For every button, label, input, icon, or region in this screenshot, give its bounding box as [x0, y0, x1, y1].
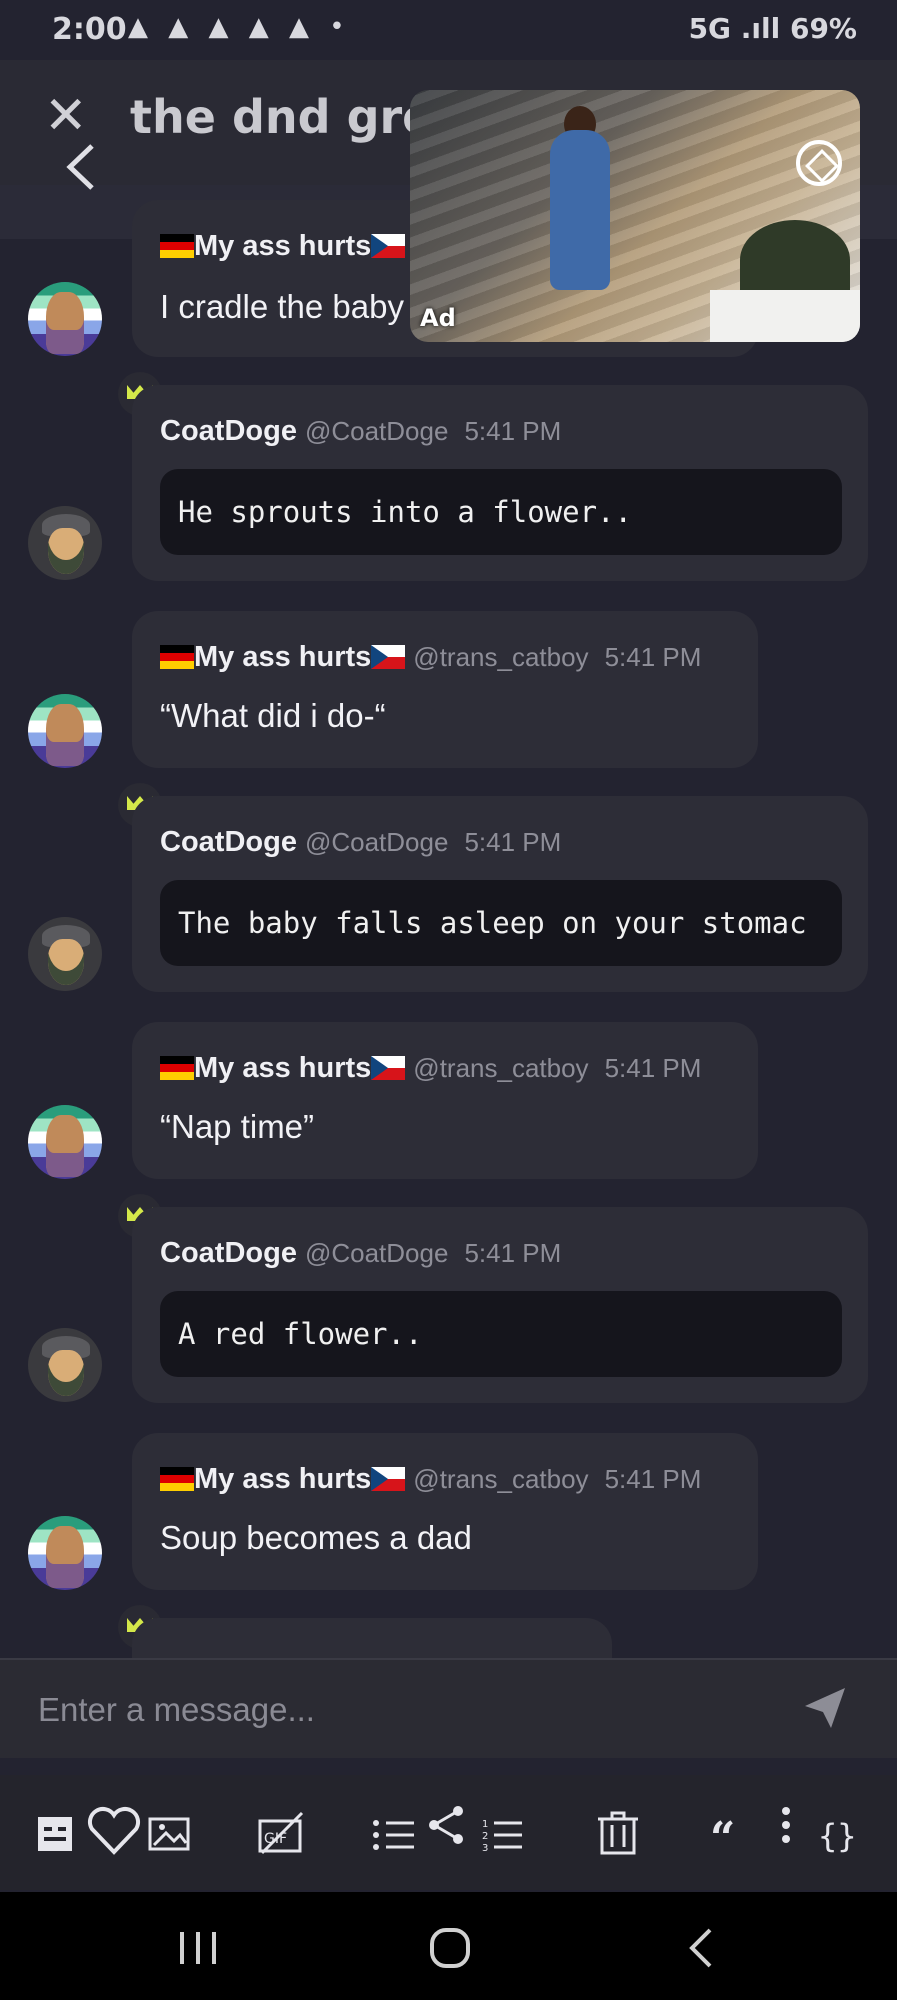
svg-text:{}: {}: [818, 1817, 857, 1855]
avatar[interactable]: [28, 1328, 102, 1402]
message-bubble: CoatDoge @CoatDoge 5:41 PM He sprouts into…: [132, 385, 868, 581]
code-block: A red flower..: [160, 1291, 842, 1377]
close-icon[interactable]: ✕: [44, 90, 88, 142]
avatar[interactable]: [28, 917, 102, 991]
message-bubble-partial: [132, 1618, 612, 1658]
message-bubble: My ass hurts @trans_catboy 5:41 PM “Nap ti…: [132, 1022, 758, 1179]
back-icon[interactable]: [686, 1926, 716, 1970]
code-text: The baby falls asleep on your stomac: [178, 906, 807, 940]
notification-icons: ▲ ▲ ▲ ▲ ▲ •: [128, 12, 351, 42]
code-block: The baby falls asleep on your stomac: [160, 880, 842, 966]
svg-text:1: 1: [482, 1819, 488, 1830]
avatar[interactable]: [28, 694, 102, 768]
avatar[interactable]: [28, 1516, 102, 1590]
bullet-list-icon[interactable]: [364, 1797, 424, 1867]
author-name[interactable]: My ass hurts: [194, 1463, 371, 1495]
ad-person-body: [550, 130, 610, 290]
numbered-list-icon[interactable]: 123: [476, 1797, 536, 1867]
message-input[interactable]: [38, 1680, 778, 1740]
status-bar: 2:00 ▲ ▲ ▲ ▲ ▲ • 5G .ıll 69%: [0, 0, 897, 60]
send-icon[interactable]: [805, 1688, 845, 1728]
ad-planter: [710, 290, 860, 342]
author-handle: @trans_catboy: [413, 642, 589, 672]
czech-flag-icon: [371, 645, 406, 669]
quote-icon[interactable]: “: [700, 1797, 760, 1867]
delete-icon[interactable]: [588, 1797, 648, 1867]
system-nav-bar: [0, 1892, 897, 2000]
author-handle: @trans_catboy: [413, 1464, 589, 1494]
author-name[interactable]: CoatDoge: [160, 826, 297, 858]
message-time: 5:41 PM: [604, 1053, 702, 1083]
message-bubble: My ass hurts @trans_catboy 5:41 PM Soup be…: [132, 1433, 758, 1590]
code-text: A red flower..: [178, 1317, 423, 1351]
avatar[interactable]: [28, 282, 102, 356]
message-header: CoatDoge @CoatDoge 5:41 PM: [160, 1237, 561, 1270]
message-time: 5:41 PM: [464, 1238, 562, 1268]
share-icon[interactable]: [418, 1797, 478, 1867]
code-block: He sprouts into a flower..: [160, 469, 842, 555]
gif-icon[interactable]: GIF: [252, 1797, 312, 1867]
germany-flag-icon: [160, 645, 194, 669]
message-bubble: CoatDoge @CoatDoge 5:41 PM A red flower..: [132, 1207, 868, 1403]
message-text: “Nap time”: [160, 1108, 315, 1145]
czech-flag-icon: [371, 1467, 406, 1491]
system-status: 5G .ıll 69%: [688, 12, 857, 45]
author-handle: @CoatDoge: [304, 416, 449, 446]
author-name[interactable]: My ass hurts: [194, 230, 371, 262]
ad-plant: [740, 220, 850, 300]
svg-text:3: 3: [482, 1843, 488, 1854]
svg-text:2: 2: [482, 1831, 488, 1842]
author-handle: @trans_catboy: [413, 1053, 589, 1083]
ad-label: Ad: [420, 304, 456, 332]
message-header: My ass hurts: [160, 230, 406, 263]
message-header: My ass hurts @trans_catboy 5:41 PM: [160, 641, 701, 674]
message-header: CoatDoge @CoatDoge 5:41 PM: [160, 415, 561, 448]
author-name[interactable]: My ass hurts: [194, 641, 371, 673]
message-text: I cradle the baby: [160, 288, 404, 325]
ad-rotate-icon[interactable]: [796, 140, 842, 186]
message-header: CoatDoge @CoatDoge 5:41 PM: [160, 826, 561, 859]
message-bubble: My ass hurts @trans_catboy 5:41 PM “What d…: [132, 611, 758, 768]
message-composer: [0, 1658, 897, 1758]
svg-text:“: “: [710, 1813, 735, 1864]
author-handle: @CoatDoge: [304, 1238, 449, 1268]
message-header: My ass hurts @trans_catboy 5:41 PM: [160, 1463, 701, 1496]
author-name[interactable]: CoatDoge: [160, 1237, 297, 1269]
message-time: 5:41 PM: [604, 1464, 702, 1494]
heart-icon[interactable]: [84, 1797, 144, 1867]
avatar[interactable]: [28, 1105, 102, 1179]
germany-flag-icon: [160, 1467, 194, 1491]
code-text: He sprouts into a flower..: [178, 495, 632, 529]
avatar[interactable]: [28, 506, 102, 580]
formatting-toolbar: GIF 123 “ {}: [0, 1775, 897, 1890]
author-name[interactable]: CoatDoge: [160, 415, 297, 447]
more-icon[interactable]: [756, 1797, 816, 1867]
author-name[interactable]: My ass hurts: [194, 1052, 371, 1084]
message-time: 5:41 PM: [604, 642, 702, 672]
message-time: 5:41 PM: [464, 416, 562, 446]
author-handle: @CoatDoge: [304, 827, 449, 857]
czech-flag-icon: [371, 1056, 406, 1080]
recents-icon[interactable]: [176, 1928, 220, 1968]
home-icon[interactable]: [428, 1926, 472, 1970]
status-time: 2:00: [52, 12, 127, 47]
ad-video[interactable]: Ad: [410, 90, 860, 342]
message-time: 5:41 PM: [464, 827, 562, 857]
germany-flag-icon: [160, 1056, 194, 1080]
czech-flag-icon: [371, 234, 406, 258]
message-text: “What did i do-“: [160, 697, 386, 734]
germany-flag-icon: [160, 234, 194, 258]
back-arrow-icon[interactable]: [62, 142, 102, 192]
image-icon[interactable]: [140, 1797, 200, 1867]
message-bubble: CoatDoge @CoatDoge 5:41 PM The baby falls …: [132, 796, 868, 992]
code-icon[interactable]: {}: [810, 1797, 870, 1867]
message-header: My ass hurts @trans_catboy 5:41 PM: [160, 1052, 701, 1085]
message-text: Soup becomes a dad: [160, 1519, 472, 1556]
